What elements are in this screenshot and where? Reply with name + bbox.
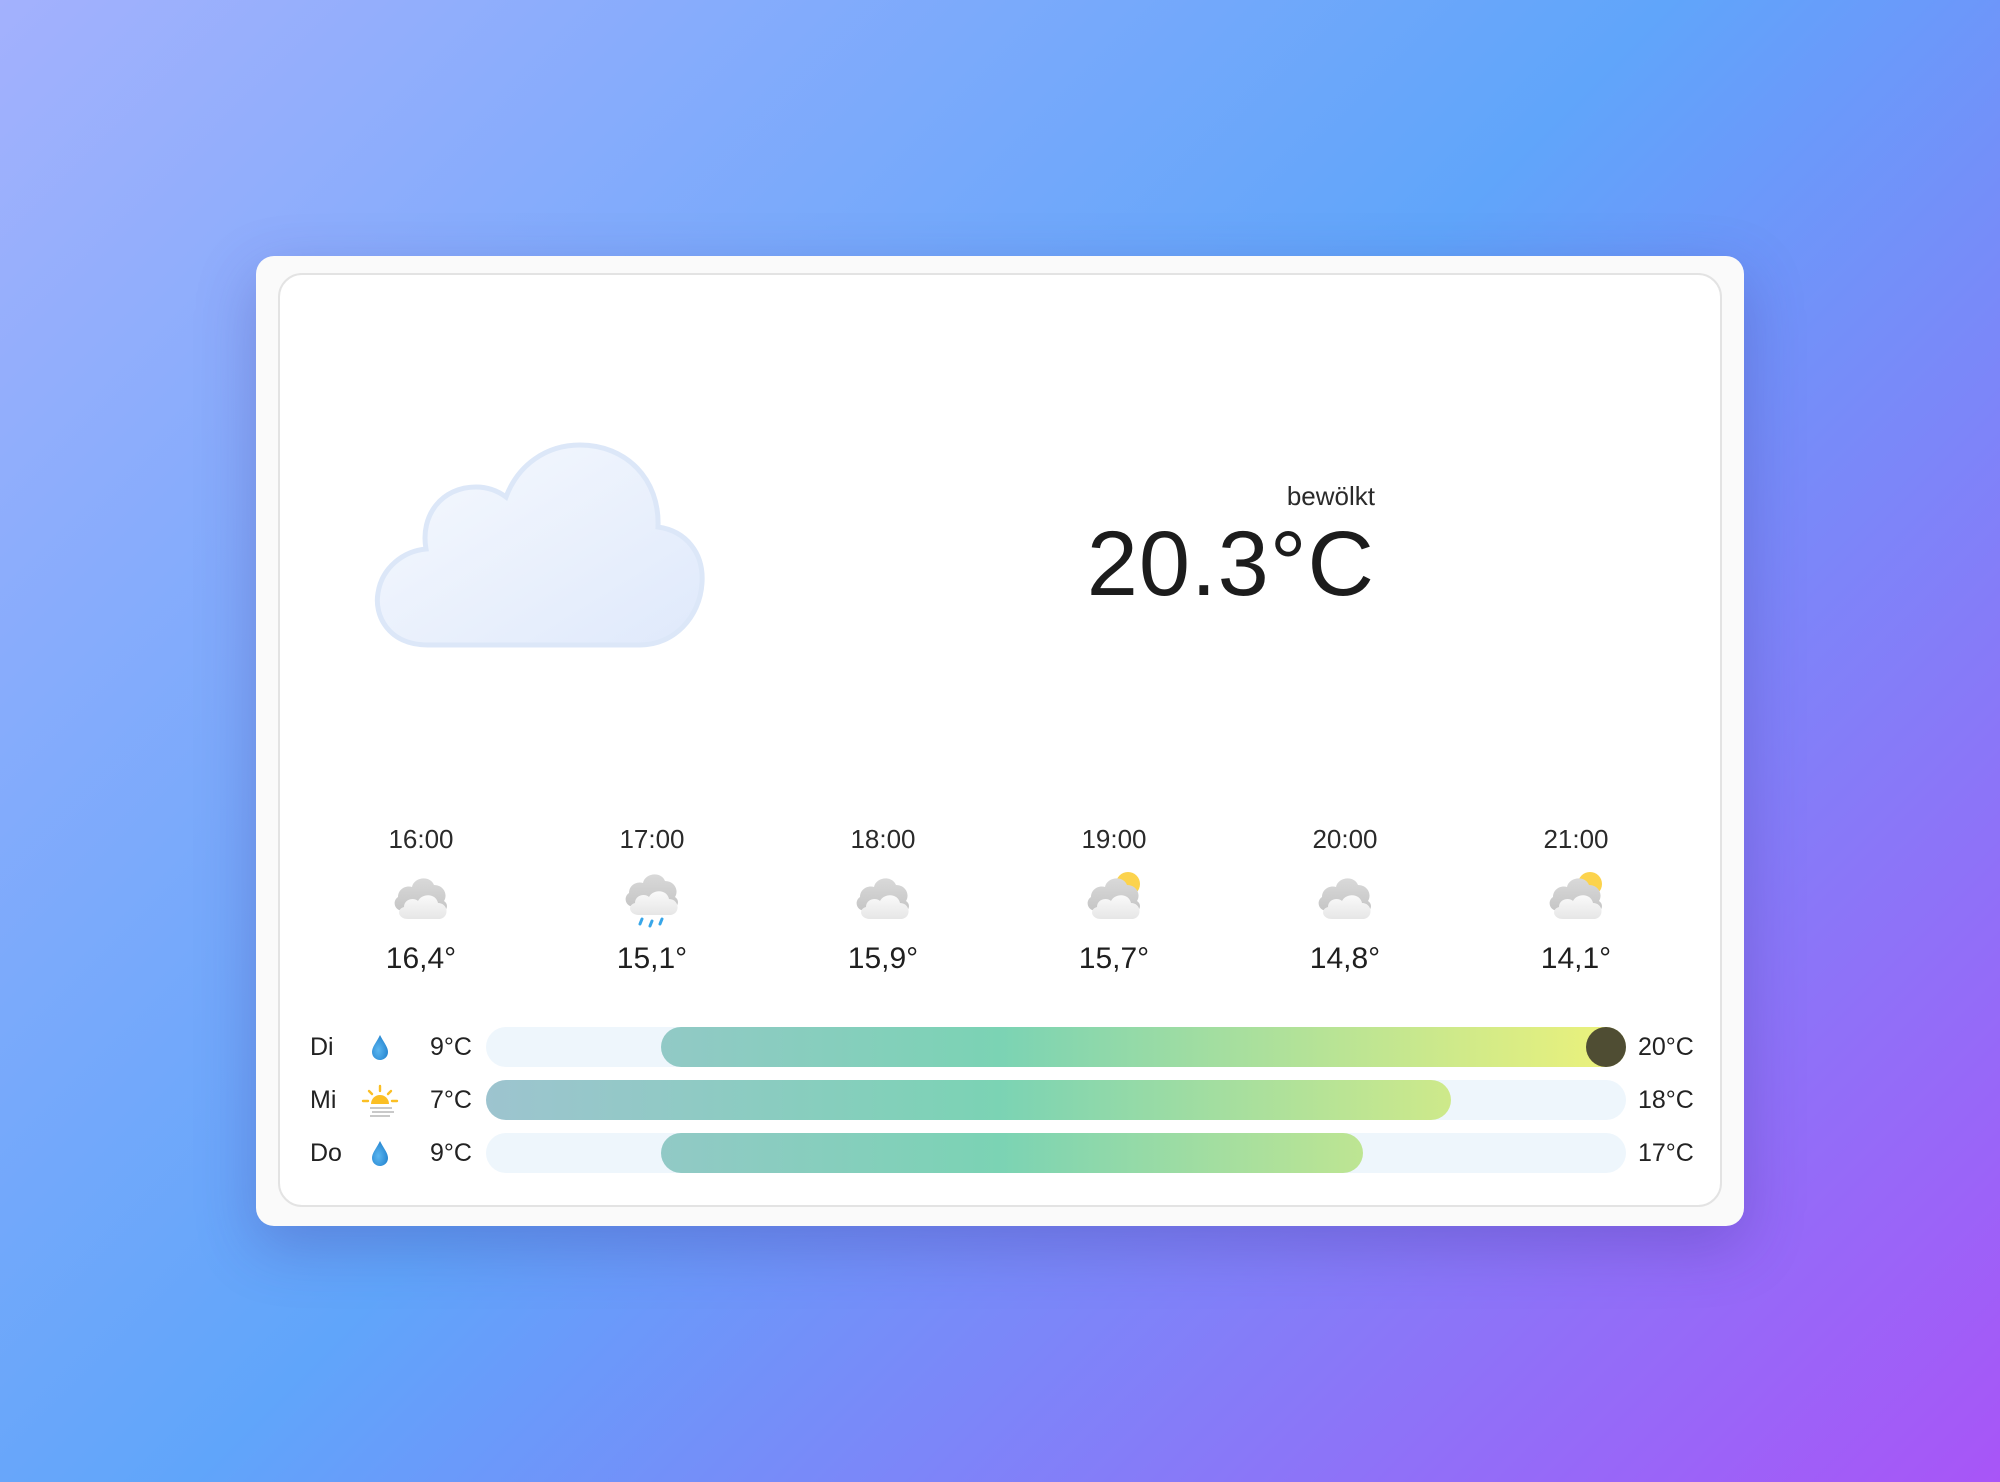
day-high-temperature: 18°C (1638, 1086, 1694, 1114)
day-label: Mi (310, 1086, 337, 1114)
hourly-item: 20:00 14,8° (1255, 823, 1435, 977)
hour-temperature: 14,8° (1309, 942, 1381, 975)
cloudy-icon (394, 878, 447, 919)
day-label: Do (310, 1139, 342, 1167)
weather-card: bewölkt 20.3°C 16:00 16,4° 17:00 15,1° 1… (278, 273, 1722, 1207)
temperature-range-bar (486, 1027, 1626, 1067)
hourly-item: 19:00 15,7° (1024, 823, 1204, 977)
hour-time: 19:00 (1081, 824, 1147, 854)
hour-temperature: 15,7° (1078, 942, 1150, 975)
day-label: Di (310, 1033, 334, 1061)
current-conditions: bewölkt 20.3°C (1087, 480, 1375, 614)
partly-cloudy-icon (1087, 872, 1140, 919)
day-high-temperature: 17°C (1638, 1139, 1694, 1167)
hour-time: 17:00 (619, 824, 685, 854)
hour-time: 21:00 (1543, 824, 1609, 854)
day-low-temperature: 7°C (430, 1086, 472, 1114)
day-high-temperature: 20°C (1638, 1033, 1694, 1061)
rain-drop-icon (372, 1141, 388, 1166)
temperature-range-fill (661, 1133, 1363, 1173)
sunrise-fog-icon (361, 1084, 399, 1117)
temperature-range-fill (661, 1027, 1626, 1067)
daily-row: Do 9°C 17°C (280, 1133, 1720, 1173)
hour-temperature: 16,4° (385, 942, 457, 975)
hour-time: 16:00 (388, 824, 454, 854)
rain-icon (625, 874, 678, 928)
hourly-forecast: 16:00 16,4° 17:00 15,1° 18:00 15,9° 19:0… (280, 823, 1720, 993)
cloudy-icon (1318, 878, 1371, 919)
temperature-range-fill (486, 1080, 1451, 1120)
daily-row: Mi 7°C 18°C (280, 1080, 1720, 1120)
cloudy-icon (856, 878, 909, 919)
daily-row: Di 9°C 20°C (280, 1027, 1720, 1067)
hour-time: 18:00 (850, 824, 916, 854)
day-low-temperature: 9°C (430, 1033, 472, 1061)
current-temperature-marker (1586, 1027, 1626, 1067)
hour-time: 20:00 (1312, 824, 1378, 854)
temperature-range-bar (486, 1080, 1626, 1120)
current-temperature: 20.3°C (1086, 513, 1375, 615)
hour-temperature: 14,1° (1540, 942, 1612, 975)
hourly-item: 18:00 15,9° (793, 823, 973, 977)
weather-card-frame: bewölkt 20.3°C 16:00 16,4° 17:00 15,1° 1… (256, 256, 1744, 1226)
condition-text: bewölkt (1286, 481, 1375, 511)
hourly-item: 17:00 15,1° (562, 823, 742, 977)
cloudy-icon (374, 442, 705, 648)
hourly-item: 21:00 14,1° (1486, 823, 1666, 977)
partly-cloudy-icon (1549, 872, 1602, 919)
hourly-item: 16:00 16,4° (331, 823, 511, 977)
rain-drop-icon (372, 1035, 388, 1060)
hour-temperature: 15,1° (616, 942, 688, 975)
hour-temperature: 15,9° (847, 942, 919, 975)
temperature-range-bar (486, 1133, 1626, 1173)
day-low-temperature: 9°C (430, 1139, 472, 1167)
